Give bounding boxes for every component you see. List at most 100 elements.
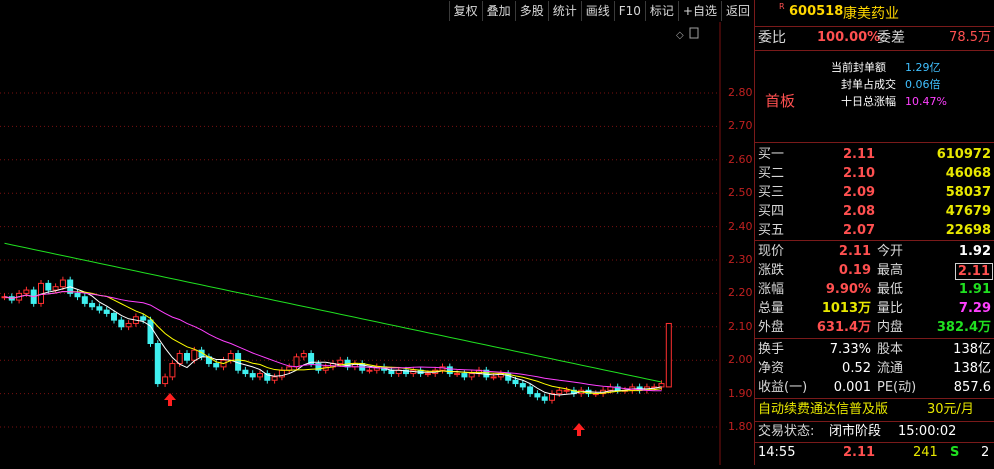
- bid-price: 2.07: [843, 223, 876, 238]
- candle: [89, 302, 96, 308]
- candle: [271, 376, 278, 381]
- weibi-label: 委比: [758, 30, 786, 46]
- ma-line: [4, 291, 662, 395]
- stock-name[interactable]: 康美药业: [843, 3, 899, 23]
- weicha-value: 78.5万: [949, 30, 991, 45]
- ma-line: [4, 291, 662, 392]
- candle: [213, 363, 220, 368]
- quote-row-2: 涨跌 0.19 最高 2.11: [755, 262, 994, 280]
- candle: [74, 292, 81, 298]
- candle: [257, 373, 263, 378]
- candle: [490, 376, 497, 379]
- toolbar: 复权 叠加 多股 统计 画线 F10 标记 +自选 返回: [0, 0, 754, 22]
- bid-price: 2.09: [843, 185, 876, 200]
- price-axis-label: 1.80: [728, 420, 753, 433]
- limit-up-candle: [665, 322, 672, 388]
- ad-row[interactable]: 自动续费通达信普及版 30元/月: [755, 401, 994, 419]
- price-axis-label: 1.90: [728, 386, 753, 400]
- fund-row-1: 换手 7.33% 股本 138亿: [758, 342, 991, 357]
- first-limit-tag: 首板: [765, 92, 796, 110]
- fund-row-2: 净资 0.52 流通 138亿: [758, 361, 991, 376]
- ad-price[interactable]: 30元/月: [927, 401, 974, 419]
- seal-amount-label: 当前封单额: [831, 61, 886, 74]
- bid-row[interactable]: 买五 2.07 22698: [755, 222, 994, 240]
- stock-marker: R: [779, 2, 785, 11]
- quote-row-3: 涨幅 9.90% 最低 1.91: [758, 282, 991, 297]
- bid-volume: 22698: [945, 223, 991, 238]
- candle: [242, 369, 249, 375]
- candle: [184, 353, 190, 361]
- bid-price: 2.10: [843, 166, 876, 181]
- status-row: 交易状态: 闭市阶段 15:00:02: [755, 423, 994, 441]
- bid-label: 买五: [758, 223, 785, 238]
- toolbar-button-5[interactable]: F10: [613, 1, 645, 21]
- candle: [52, 286, 59, 291]
- candle: [125, 322, 132, 328]
- kline-svg[interactable]: ◇: [0, 22, 754, 465]
- candle: [45, 282, 52, 291]
- toolbar-button-7[interactable]: +自选: [677, 1, 721, 21]
- buy-arrow-icon: [164, 393, 176, 406]
- tenday-value: 10.47%: [905, 95, 947, 108]
- candle: [512, 379, 519, 385]
- candle: [118, 319, 125, 328]
- price-axis-label: 2.30: [728, 253, 753, 266]
- status-label: 交易状态:: [758, 424, 815, 439]
- candle: [154, 343, 161, 385]
- bid-row[interactable]: 买二 2.10 46068: [755, 165, 994, 183]
- candle: [249, 373, 256, 378]
- toolbar-button-6[interactable]: 标记: [644, 1, 678, 21]
- bid-label: 买四: [758, 204, 785, 219]
- toolbar-button-3[interactable]: 统计: [547, 1, 581, 21]
- candle: [534, 393, 541, 398]
- bid-label: 买二: [758, 166, 785, 181]
- bid-row[interactable]: 买三 2.09 58037: [755, 184, 994, 202]
- toolbar-button-4[interactable]: 画线: [580, 1, 614, 21]
- seal-amount-row: 当前封单额 1.29亿: [755, 59, 994, 77]
- ma-line: [4, 286, 662, 396]
- price-axis-label: 2.40: [728, 219, 753, 233]
- candle: [468, 373, 475, 378]
- buy-arrow-icon: [573, 423, 585, 436]
- bid-volume: 46068: [945, 166, 991, 181]
- stock-code[interactable]: 600518: [789, 4, 843, 19]
- status-value: 闭市阶段: [829, 424, 882, 439]
- diamond-icon[interactable]: ◇: [676, 30, 684, 41]
- toolbar-button-1[interactable]: 叠加: [481, 1, 515, 21]
- candle: [23, 289, 30, 294]
- price-axis-label: 2.80: [728, 86, 753, 99]
- ad-text[interactable]: 自动续费通达信普及版: [758, 401, 888, 419]
- toolbar-button-2[interactable]: 多股: [514, 1, 548, 21]
- candle: [337, 359, 344, 365]
- candle: [556, 389, 563, 395]
- quote-panel: R 600518 康美药业 委比 100.00% 委差 78.5万 当前封单额 …: [754, 0, 994, 465]
- candle: [424, 373, 431, 376]
- fund-row-3: 收益(一) 0.001 PE(动) 857.6: [758, 380, 991, 395]
- weibi-value: 100.00%: [817, 30, 881, 45]
- bid-volume: 58037: [945, 185, 991, 200]
- price-axis-label: 2.20: [728, 286, 753, 300]
- bid-row[interactable]: 买四 2.08 47679: [755, 203, 994, 221]
- quote-row-5: 外盘 631.4万 内盘 382.4万: [758, 320, 991, 335]
- panel-toggle-icon[interactable]: [689, 27, 699, 39]
- candle: [111, 312, 117, 321]
- quote-row-1: 现价 2.11 今开 1.92: [758, 244, 991, 259]
- candle: [454, 373, 461, 376]
- candle: [300, 353, 307, 358]
- candle: [293, 356, 300, 368]
- toolbar-button-8[interactable]: 返回: [720, 1, 754, 21]
- candle: [191, 349, 198, 361]
- stock-title: R 600518 康美药业: [755, 0, 994, 24]
- candle: [96, 306, 103, 311]
- candle: [658, 383, 665, 388]
- price-axis-label: 2.50: [728, 186, 753, 200]
- candle: [461, 373, 468, 378]
- bid-row[interactable]: 买一 2.11 610972: [755, 146, 994, 164]
- price-axis-label: 2.60: [728, 152, 753, 166]
- candle: [162, 376, 169, 385]
- toolbar-button-0[interactable]: 复权: [448, 1, 482, 21]
- candle: [81, 296, 88, 304]
- bid-volume: 47679: [945, 204, 991, 219]
- kline-chart[interactable]: ◇ 2.80 2.70 2.60 2.50 2.40 2.30 2.20 2.10 2.00 1.…: [0, 22, 754, 465]
- candle: [388, 369, 395, 375]
